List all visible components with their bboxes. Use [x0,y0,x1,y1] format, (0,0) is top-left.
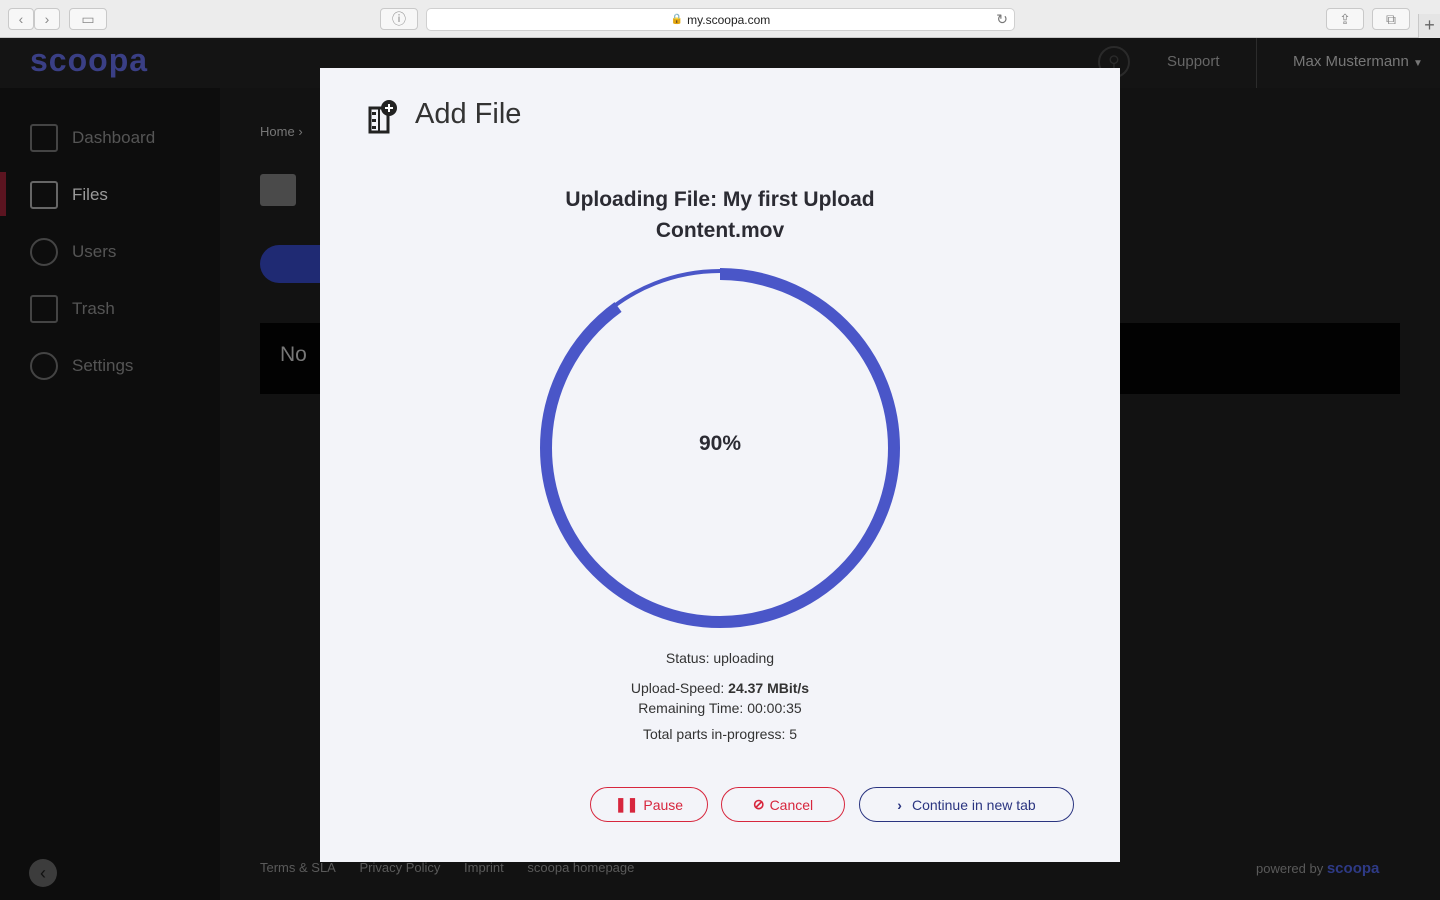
caret-down-icon: ▼ [1413,58,1423,69]
user-menu[interactable]: Max Mustermann ▼ [1293,53,1423,70]
sidebar-toggle-button[interactable]: ▭ [69,8,107,30]
header-divider [1256,38,1257,88]
user-name: Max Mustermann [1293,53,1409,70]
file-icon [30,181,58,209]
url-text: my.scoopa.com [687,12,771,27]
breadcrumb: Home › [260,124,303,139]
add-file-icon [368,100,397,134]
reload-icon[interactable]: ↻ [996,11,1008,28]
upload-title: Uploading File: My first Upload Content.… [565,188,875,242]
ban-icon: ⊘ [752,796,765,812]
forward-button[interactable]: › [34,8,60,30]
empty-text: No [280,343,307,366]
upload-speed-label: Upload-Speed: [630,680,729,696]
breadcrumb-home[interactable]: Home [260,124,295,139]
progress-percent: 90% [698,432,742,455]
new-tab-button[interactable]: + [1418,14,1440,38]
trash-icon [30,295,58,323]
sidebar-item-label: Trash [72,299,115,318]
sidebar-item-label: Dashboard [72,128,156,147]
pause-label: Pause [643,796,684,813]
continue-new-tab-button[interactable]: › Continue in new tab [859,787,1074,822]
sidebar-item-files[interactable]: Files [30,180,108,210]
dashboard-icon [30,124,58,152]
sidebar-item-label: Users [72,242,117,261]
pause-icon: ❚❚ [614,796,639,812]
sidebar-item-users[interactable]: Users [30,237,116,267]
modal-title: Add File [415,98,522,130]
powered-by-logo[interactable]: scoopa [1327,860,1380,877]
back-button[interactable]: ‹ [8,8,34,30]
footer-link-imprint[interactable]: Imprint [464,860,504,875]
footer-links: Terms & SLA Privacy Policy Imprint scoop… [260,860,654,875]
logo[interactable]: scoopa [30,42,148,79]
pause-button[interactable]: ❚❚ Pause [590,787,708,822]
lock-icon: 🔒 [670,14,684,25]
cancel-label: Cancel [769,796,814,813]
users-icon [30,238,58,266]
status-text: Status: uploading [665,650,775,666]
sidebar-item-settings[interactable]: Settings [30,351,133,381]
support-link[interactable]: Support [1167,53,1220,70]
chevron-right-icon: › [298,124,303,139]
reader-button[interactable]: ⓘ [380,8,418,30]
cancel-button[interactable]: ⊘ Cancel [721,787,845,822]
sidebar-item-label: Files [72,185,108,204]
footer-link-terms[interactable]: Terms & SLA [260,860,336,875]
footer-link-homepage[interactable]: scoopa homepage [527,860,634,875]
chevron-right-icon: › [897,796,902,813]
upload-speed-value: 24.37 MBit/s [728,680,810,696]
url-bar[interactable]: 🔒 my.scoopa.com ↻ [426,8,1015,31]
browser-chrome: ‹ › ▭ ⓘ 🔒 my.scoopa.com ↻ ⇪ ⧉ + [0,0,1440,38]
powered-by-text: powered by [1256,861,1324,876]
continue-label: Continue in new tab [911,796,1036,813]
sidebar-item-trash[interactable]: Trash [30,294,115,324]
sidebar-item-label: Settings [72,356,134,375]
sidebar-item-dashboard[interactable]: Dashboard [30,123,155,153]
upload-speed: Upload-Speed: 24.37 MBit/s [520,680,920,696]
collapse-sidebar-icon[interactable]: ‹ [29,859,57,887]
gear-icon [30,352,58,380]
tabs-button[interactable]: ⧉ [1372,8,1410,30]
powered-by: powered by scoopa [1256,860,1379,877]
folder-icon [260,174,296,206]
parts-in-progress: Total parts in-progress: 5 [642,726,798,742]
remaining-time: Remaining Time: 00:00:35 [638,700,802,716]
share-button[interactable]: ⇪ [1326,8,1364,30]
footer-link-privacy[interactable]: Privacy Policy [359,860,440,875]
active-nav-marker [0,172,6,216]
